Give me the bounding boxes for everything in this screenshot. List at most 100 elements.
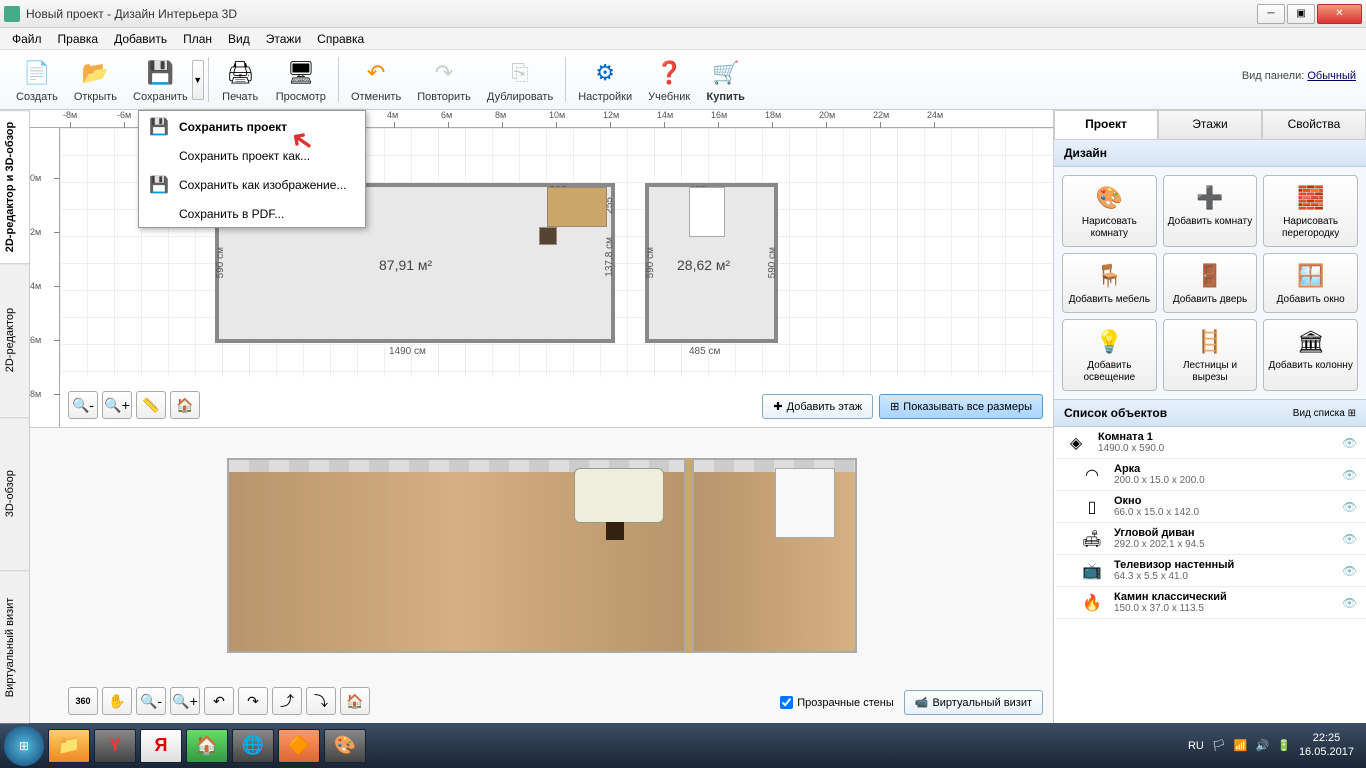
virtual-visit-button[interactable]: 📹Виртуальный визит [904, 690, 1043, 715]
add-floor-button[interactable]: ✚Добавить этаж [762, 394, 873, 419]
tab-project[interactable]: Проект [1054, 110, 1158, 139]
stairs-button[interactable]: 🪜Лестницы и вырезы [1163, 319, 1258, 391]
save-as-item[interactable]: Сохранить проект как... [139, 143, 365, 169]
rotate-360-button[interactable]: 360 [68, 687, 98, 715]
tray-flag-icon[interactable]: 🏳 [1212, 739, 1226, 752]
tab-floors[interactable]: Этажи [1158, 110, 1262, 139]
menu-add[interactable]: Добавить [106, 30, 175, 48]
add-column-button[interactable]: 🏛Добавить колонну [1263, 319, 1358, 391]
list-item[interactable]: 🔥Камин классический150.0 x 37.0 x 113.5👁 [1054, 587, 1366, 619]
save-pdf-item[interactable]: Сохранить в PDF... [139, 201, 365, 227]
zoom-in-3d-button[interactable]: 🔍+ [170, 687, 200, 715]
sofa-3d[interactable] [574, 468, 664, 523]
save-button[interactable]: 💾Сохранить [125, 55, 196, 105]
menu-floors[interactable]: Этажи [258, 30, 309, 48]
save-image-item[interactable]: 💾Сохранить как изображение... [139, 169, 365, 201]
furniture-table[interactable] [539, 227, 557, 245]
tray-sound-icon[interactable]: 🔊 [1256, 739, 1270, 752]
eye-icon[interactable]: 👁 [1342, 468, 1358, 482]
zoom-out-3d-button[interactable]: 🔍- [136, 687, 166, 715]
menu-view[interactable]: Вид [220, 30, 258, 48]
list-view-toggle[interactable]: Вид списка ⊞ [1293, 408, 1356, 419]
furniture-bed[interactable] [689, 187, 725, 237]
save-dropdown-button[interactable]: ▼ [192, 60, 204, 100]
tray-battery-icon[interactable]: 🔋 [1277, 739, 1291, 752]
draw-room-button[interactable]: 🎨Нарисовать комнату [1062, 175, 1157, 247]
add-room-button[interactable]: ➕Добавить комнату [1163, 175, 1258, 247]
task-explorer[interactable]: 📁 [48, 729, 90, 763]
eye-icon[interactable]: 👁 [1342, 564, 1358, 578]
bed-3d[interactable] [775, 468, 835, 538]
menu-file[interactable]: Файл [4, 30, 50, 48]
objects-list[interactable]: ◈Комната 11490.0 x 590.0👁◠Арка200.0 x 15… [1054, 427, 1366, 723]
tray-clock[interactable]: 22:25 16.05.2017 [1299, 732, 1354, 758]
tilt-up-button[interactable]: ⤴ [272, 687, 302, 715]
view-3d[interactable] [227, 458, 857, 653]
menu-help[interactable]: Справка [309, 30, 372, 48]
home-3d-button[interactable]: 🏠 [340, 687, 370, 715]
furniture-sofa[interactable] [547, 187, 607, 227]
pan-button[interactable]: ✋ [102, 687, 132, 715]
tab-properties[interactable]: Свойства [1262, 110, 1366, 139]
floor-2-3d[interactable] [692, 458, 857, 653]
rotate-right-button[interactable]: ↷ [238, 687, 268, 715]
task-yandex2[interactable]: Я [140, 729, 182, 763]
zoom-in-button[interactable]: 🔍+ [102, 391, 132, 419]
tutorial-button[interactable]: ❓Учебник [640, 55, 698, 105]
add-window-button[interactable]: 🪟Добавить окно [1263, 253, 1358, 313]
add-furniture-button[interactable]: 🪑Добавить мебель [1062, 253, 1157, 313]
tray-lang[interactable]: RU [1188, 740, 1204, 752]
menu-plan[interactable]: План [175, 30, 220, 48]
separator [565, 57, 566, 102]
eye-icon[interactable]: 👁 [1342, 532, 1358, 546]
duplicate-button[interactable]: ⎘Дублировать [479, 55, 561, 105]
start-button[interactable]: ⊞ [4, 726, 44, 766]
task-app2[interactable]: 🔶 [278, 729, 320, 763]
settings-button[interactable]: ⚙Настройки [570, 55, 640, 105]
transparent-walls-checkbox[interactable]: Прозрачные стены [780, 696, 893, 709]
redo-button[interactable]: ↷Повторить [409, 55, 479, 105]
save-project-item[interactable]: 💾Сохранить проект [139, 111, 365, 143]
menu-edit[interactable]: Правка [50, 30, 107, 48]
panel-mode-link[interactable]: Обычный [1307, 70, 1356, 82]
task-app[interactable]: 🏠 [186, 729, 228, 763]
measure-button[interactable]: 📏 [136, 391, 166, 419]
add-light-button[interactable]: 💡Добавить освещение [1062, 319, 1157, 391]
tab-3d[interactable]: 3D-обзор [0, 417, 29, 570]
list-item[interactable]: 📺Телевизор настенный64.3 x 5.5 x 41.0👁 [1054, 555, 1366, 587]
home-button[interactable]: 🏠 [170, 391, 200, 419]
list-item[interactable]: 🛋Угловой диван292.0 x 202.1 x 94.5👁 [1054, 523, 1366, 555]
list-item[interactable]: ◈Комната 11490.0 x 590.0👁 [1054, 427, 1366, 459]
undo-button[interactable]: ↶Отменить [343, 55, 409, 105]
close-button[interactable]: ✕ [1317, 4, 1362, 24]
tab-2d[interactable]: 2D-редактор [0, 263, 29, 416]
draw-wall-button[interactable]: 🧱Нарисовать перегородку [1263, 175, 1358, 247]
rotate-left-button[interactable]: ↶ [204, 687, 234, 715]
tab-virtual[interactable]: Виртуальный визит [0, 570, 29, 723]
tilt-down-button[interactable]: ⤵ [306, 687, 336, 715]
print-button[interactable]: 🖨Печать [213, 55, 268, 105]
eye-icon[interactable]: 👁 [1342, 436, 1358, 450]
eye-icon[interactable]: 👁 [1342, 500, 1358, 514]
preview-button[interactable]: 🖥Просмотр [268, 55, 334, 105]
task-paint[interactable]: 🎨 [324, 729, 366, 763]
tray-network-icon[interactable]: 📶 [1234, 739, 1248, 752]
task-yandex[interactable]: Y [94, 729, 136, 763]
open-button[interactable]: 📂Открыть [66, 55, 125, 105]
show-dimensions-button[interactable]: ⊞Показывать все размеры [879, 394, 1043, 419]
minimize-button[interactable]: ─ [1257, 4, 1285, 24]
zoom-out-button[interactable]: 🔍- [68, 391, 98, 419]
task-chrome[interactable]: 🌐 [232, 729, 274, 763]
list-item[interactable]: ◠Арка200.0 x 15.0 x 200.0👁 [1054, 459, 1366, 491]
room-2[interactable]: 28,62 м² 485 см 590 см 590 см 485 см [645, 183, 778, 343]
maximize-button[interactable]: ▣ [1287, 4, 1315, 24]
create-button[interactable]: 📄Создать [8, 55, 66, 105]
tab-2d-3d[interactable]: 2D-редактор и 3D-обзор [0, 110, 29, 263]
buy-button[interactable]: 🛒Купить [698, 55, 753, 105]
floor-1-3d[interactable] [227, 458, 686, 653]
add-door-button[interactable]: 🚪Добавить дверь [1163, 253, 1258, 313]
list-item[interactable]: ▯Окно66.0 x 15.0 x 142.0👁 [1054, 491, 1366, 523]
canvas-3d[interactable]: 360 ✋ 🔍- 🔍+ ↶ ↷ ⤴ ⤵ 🏠 Прозрачные стены 📹… [30, 428, 1053, 723]
table-3d[interactable] [606, 522, 624, 540]
eye-icon[interactable]: 👁 [1342, 596, 1358, 610]
